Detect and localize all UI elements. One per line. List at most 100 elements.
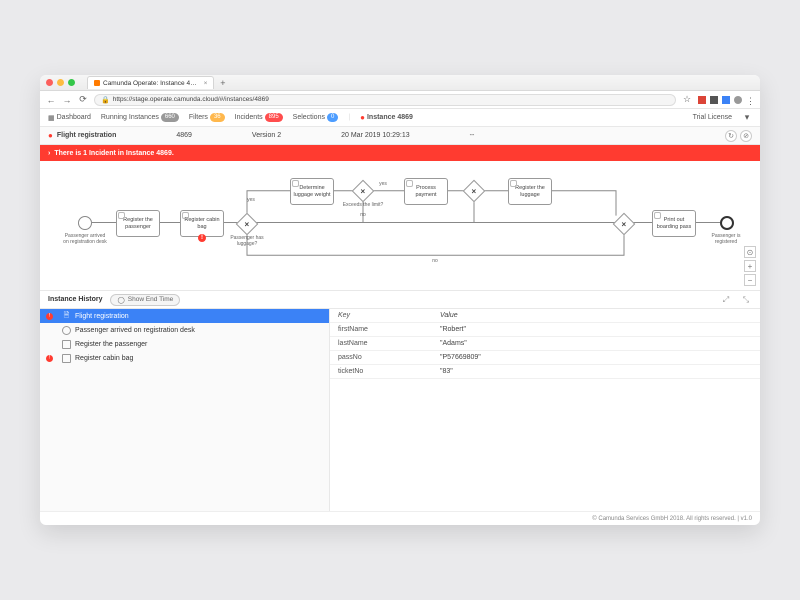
collapse-icon[interactable]: ⤢ — [720, 294, 732, 306]
dashboard-label: Dashboard — [57, 114, 91, 121]
selections-count: 0 — [327, 113, 338, 122]
history-label: Flight registration — [75, 313, 129, 320]
url-text: https://stage.operate.camunda.cloud/#/in… — [113, 96, 269, 103]
extensions: ⋮ — [698, 96, 754, 104]
close-tab-icon[interactable]: × — [204, 80, 208, 87]
error-badge: ! — [46, 355, 53, 362]
instance-version: Version 2 — [252, 132, 281, 139]
incident-alert[interactable]: › There is 1 Incident in Instance 4869. — [40, 145, 760, 161]
selections-label: Selections — [293, 114, 325, 121]
history-row[interactable]: Passenger arrived on registration desk — [40, 323, 329, 337]
chevron-down-icon[interactable]: ▾ — [742, 112, 752, 123]
menu-icon[interactable]: ⋮ — [746, 96, 754, 104]
show-end-time-toggle[interactable]: ◯ Show End Time — [110, 294, 180, 306]
history-row[interactable]: ! 🗎 Flight registration — [40, 309, 329, 323]
selections-link[interactable]: Selections 0 — [293, 113, 339, 122]
warning-icon: ● — [360, 113, 365, 122]
end-event[interactable] — [720, 216, 734, 230]
yes-label: yes — [376, 181, 390, 187]
var-row[interactable]: ticketNo"83" — [330, 365, 760, 379]
retry-button[interactable]: ↻ — [725, 130, 737, 142]
key-header: Key — [330, 312, 440, 319]
no-label: no — [428, 258, 442, 264]
instance-label: Instance 4869 — [367, 114, 413, 121]
history-row[interactable]: ! Register cabin bag — [40, 351, 329, 365]
gateway1-label: Passenger has luggage? — [224, 235, 270, 247]
history-header: Instance History ◯ Show End Time ⤢ ⤡ — [40, 291, 760, 309]
bpmn-diagram[interactable]: Passenger arrived on registration desk R… — [40, 161, 760, 291]
var-value: "P57669809" — [440, 354, 760, 361]
footer-text: © Camunda Services GmbH 2018. All rights… — [592, 516, 752, 522]
task-register-cabin-bag[interactable]: Register cabin bag — [180, 210, 224, 237]
running-instances-link[interactable]: Running Instances 660 — [101, 113, 179, 122]
history-row[interactable]: Register the passenger — [40, 337, 329, 351]
incident-badge[interactable]: ! — [198, 234, 206, 242]
tab-title: Camunda Operate: Instance 4… — [103, 80, 197, 87]
favicon-icon — [94, 80, 100, 86]
task-process-payment[interactable]: Process payment — [404, 178, 448, 205]
ext-icon[interactable] — [698, 96, 706, 104]
var-key: ticketNo — [330, 368, 440, 375]
reload-icon[interactable]: ⟳ — [78, 94, 88, 105]
filters-label: Filters — [189, 114, 208, 121]
browser-window: Camunda Operate: Instance 4… × + ← → ⟳ 🔒… — [40, 75, 760, 525]
address-bar-row: ← → ⟳ 🔒 https://stage.operate.camunda.cl… — [40, 91, 760, 109]
task-register-passenger[interactable]: Register the passenger — [116, 210, 160, 237]
expand-icon[interactable]: ⤡ — [740, 294, 752, 306]
var-row[interactable]: passNo"P57669809" — [330, 351, 760, 365]
file-icon: 🗎 — [62, 312, 71, 321]
minimize-icon[interactable] — [57, 79, 64, 86]
browser-tab[interactable]: Camunda Operate: Instance 4… × — [87, 76, 214, 89]
star-icon[interactable]: ☆ — [682, 94, 692, 105]
zoom-reset-button[interactable]: ⊙ — [744, 246, 756, 258]
maximize-icon[interactable] — [68, 79, 75, 86]
close-icon[interactable] — [46, 79, 53, 86]
ext-icon[interactable] — [722, 96, 730, 104]
box-icon — [62, 340, 71, 349]
forward-icon[interactable]: → — [62, 95, 72, 105]
incidents-link[interactable]: Incidents 895 — [235, 113, 283, 122]
new-tab-button[interactable]: + — [216, 76, 229, 89]
error-badge: ! — [46, 313, 53, 320]
avatar[interactable] — [734, 96, 742, 104]
history-label: Register cabin bag — [75, 355, 133, 362]
box-icon — [62, 354, 71, 363]
filters-count: 36 — [210, 113, 225, 122]
task-boarding-pass[interactable]: Print out boarding pass — [652, 210, 696, 237]
instance-time: 20 Mar 2019 10:29:13 — [341, 132, 410, 139]
task-register-luggage[interactable]: Register the luggage — [508, 178, 552, 205]
history-title: Instance History — [48, 296, 102, 303]
var-value: "Robert" — [440, 326, 760, 333]
dashboard-link[interactable]: ▦ Dashboard — [48, 114, 91, 122]
instance-link[interactable]: ● Instance 4869 — [360, 113, 413, 122]
var-row[interactable]: lastName"Adams" — [330, 337, 760, 351]
process-name: Flight registration — [57, 132, 117, 139]
zoom-out-button[interactable]: − — [744, 274, 756, 286]
value-header: Value — [440, 312, 760, 319]
trial-license[interactable]: Trial License — [693, 114, 732, 121]
variables-panel: Key Value firstName"Robert" lastName"Ada… — [330, 309, 760, 511]
back-icon[interactable]: ← — [46, 95, 56, 105]
titlebar: Camunda Operate: Instance 4… × + — [40, 75, 760, 91]
zoom-in-button[interactable]: + — [744, 260, 756, 272]
gateway2-label: Exceeds the limit? — [340, 202, 386, 208]
var-row[interactable]: firstName"Robert" — [330, 323, 760, 337]
app-nav: ▦ Dashboard Running Instances 660 Filter… — [40, 109, 760, 127]
lock-icon: 🔒 — [101, 96, 110, 104]
yes-label: yes — [244, 197, 258, 203]
running-label: Running Instances — [101, 114, 159, 121]
incidents-label: Incidents — [235, 114, 263, 121]
ext-icon[interactable] — [710, 96, 718, 104]
url-input[interactable]: 🔒 https://stage.operate.camunda.cloud/#/… — [94, 94, 676, 106]
cancel-button[interactable]: ⊘ — [740, 130, 752, 142]
filters-link[interactable]: Filters 36 — [189, 113, 225, 122]
vars-header: Key Value — [330, 309, 760, 323]
start-event[interactable] — [78, 216, 92, 230]
instance-info-bar: ●Flight registration 4869 Version 2 20 M… — [40, 127, 760, 145]
var-key: lastName — [330, 340, 440, 347]
history-label: Passenger arrived on registration desk — [75, 327, 195, 334]
task-determine-weight[interactable]: Determine luggage weight — [290, 178, 334, 205]
history-label: Register the passenger — [75, 341, 147, 348]
running-count: 660 — [161, 113, 179, 122]
chevron-right-icon: › — [48, 150, 50, 157]
